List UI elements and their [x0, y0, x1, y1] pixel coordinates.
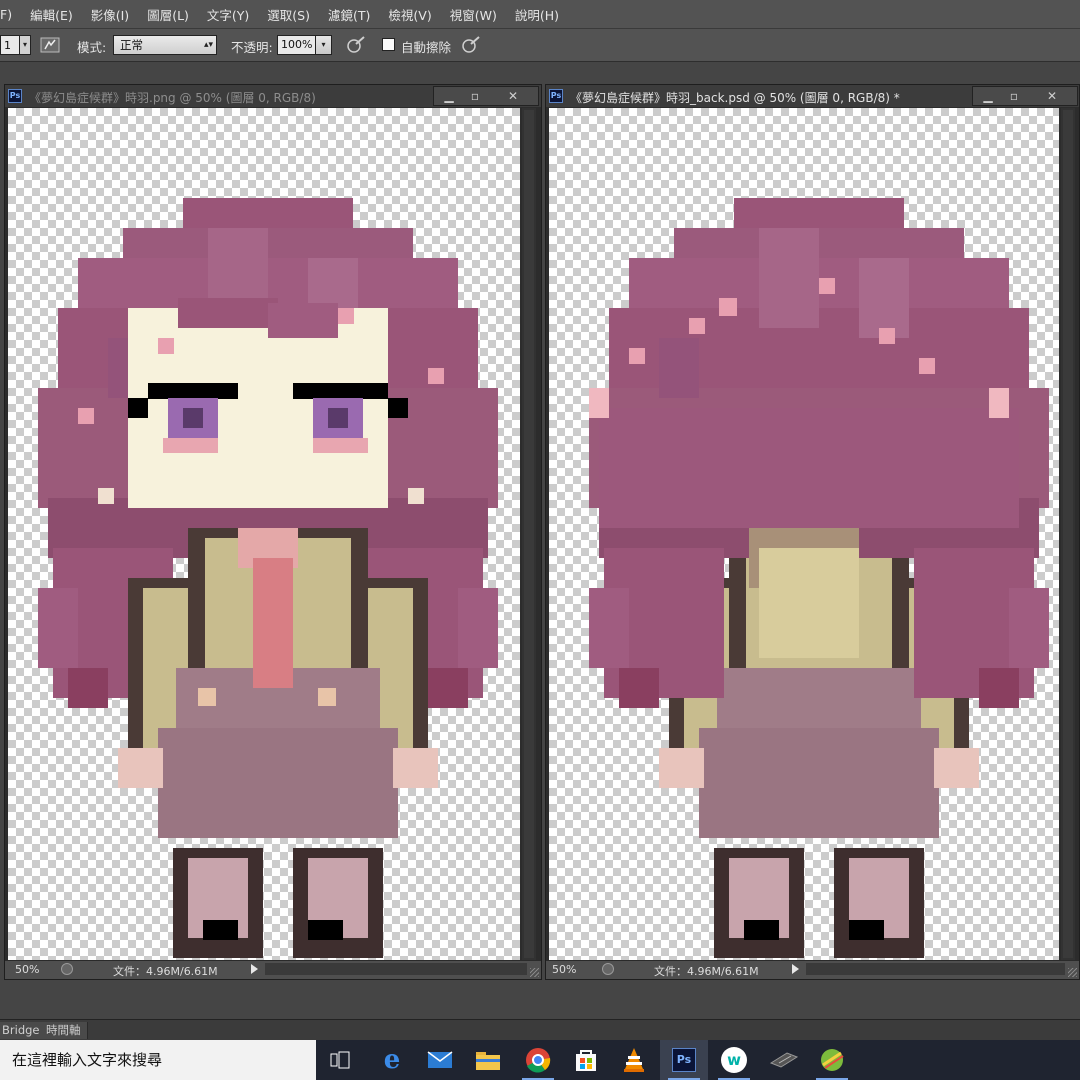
menu-view[interactable]: 檢視(V): [378, 5, 439, 24]
paint-tool-icon[interactable]: [808, 1040, 856, 1080]
horizontal-scrollbar[interactable]: [265, 963, 527, 975]
vertical-scrollbar[interactable]: [522, 108, 536, 960]
opacity-field[interactable]: 100%: [277, 35, 317, 55]
taskbar-search-box[interactable]: 在這裡輸入文字來搜尋: [0, 1040, 316, 1080]
minimize-icon[interactable]: ▁: [436, 87, 462, 105]
zoom-level[interactable]: 50%: [15, 963, 39, 976]
store-icon[interactable]: [562, 1040, 610, 1080]
mode-select[interactable]: 正常 ▴▾: [113, 35, 217, 55]
mode-value: 正常: [120, 38, 143, 52]
options-bar: 1 ▾ 模式: 正常 ▴▾ 不透明: 100% ▾ 自動擦除: [0, 29, 1080, 62]
photoshop-icon[interactable]: Ps: [660, 1040, 708, 1080]
menu-file[interactable]: F): [0, 7, 20, 22]
status-bar: 50% 文件：4.96M/6.61M: [546, 960, 1079, 979]
mail-icon[interactable]: [416, 1040, 464, 1080]
brush-panel-icon[interactable]: [40, 37, 60, 53]
opacity-label: 不透明:: [231, 40, 273, 55]
document-window-back[interactable]: Ps 《夢幻島症候群》時羽_back.psd @ 50% (圖層 0, RGB/…: [545, 84, 1080, 980]
chrome-icon[interactable]: [514, 1040, 562, 1080]
windows-taskbar: 在這裡輸入文字來搜尋 e Ps w: [0, 1040, 1080, 1080]
task-view-icon[interactable]: [316, 1040, 364, 1080]
file-size-info: 文件：4.96M/6.61M: [654, 965, 759, 978]
menu-window[interactable]: 視窗(W): [440, 5, 505, 24]
document-title-bar[interactable]: Ps 《夢幻島症候群》時羽.png @ 50% (圖層 0, RGB/8) ▁ …: [5, 85, 541, 107]
edge-icon[interactable]: e: [368, 1040, 416, 1080]
brush-size-dropdown[interactable]: ▾: [19, 35, 31, 55]
status-info-icon[interactable]: [61, 963, 73, 975]
photoshop-doc-icon: Ps: [8, 89, 22, 103]
menu-bar: F) 編輯(E) 影像(I) 圖層(L) 文字(Y) 選取(S) 濾鏡(T) 檢…: [0, 0, 1080, 29]
menu-help[interactable]: 說明(H): [505, 5, 567, 24]
status-info-icon[interactable]: [602, 963, 614, 975]
canvas-front[interactable]: [8, 108, 520, 960]
character-back-art: [589, 198, 1049, 958]
character-front-art: [38, 198, 498, 958]
document-title-bar[interactable]: Ps 《夢幻島症候群》時羽_back.psd @ 50% (圖層 0, RGB/…: [546, 85, 1079, 107]
bottom-panel-tabs: Bridge 時間軸: [0, 1019, 1080, 1040]
zoom-level[interactable]: 50%: [552, 963, 576, 976]
maximize-icon[interactable]: ▫: [462, 87, 488, 105]
menu-filter[interactable]: 濾鏡(T): [318, 5, 378, 24]
close-icon[interactable]: ✕: [500, 87, 526, 105]
file-size-info: 文件：4.96M/6.61M: [113, 965, 218, 978]
resize-grip-icon[interactable]: [530, 968, 539, 977]
document-title: 《夢幻島症候群》時羽_back.psd @ 50% (圖層 0, RGB/8) …: [570, 91, 900, 105]
tab-timeline[interactable]: 時間軸: [40, 1022, 88, 1039]
window-controls: ▁ ▫ ✕: [433, 86, 539, 106]
pressure-opacity-icon[interactable]: [345, 35, 367, 55]
status-bar: 50% 文件：4.96M/6.61M: [5, 960, 541, 979]
pen-tablet-icon[interactable]: [760, 1040, 808, 1080]
status-menu-arrow-icon[interactable]: [792, 964, 799, 974]
photoshop-doc-icon: Ps: [549, 89, 563, 103]
vertical-scrollbar[interactable]: [1061, 108, 1075, 960]
menu-layer[interactable]: 圖層(L): [137, 5, 197, 24]
maximize-icon[interactable]: ▫: [1001, 87, 1027, 105]
close-icon[interactable]: ✕: [1039, 87, 1065, 105]
canvas-back[interactable]: [549, 108, 1059, 960]
mode-select-arrow-icon: ▴▾: [203, 40, 213, 50]
mode-label: 模式:: [77, 40, 107, 55]
menu-image[interactable]: 影像(I): [81, 5, 137, 24]
menu-select[interactable]: 選取(S): [257, 5, 318, 24]
menu-type[interactable]: 文字(Y): [197, 5, 257, 24]
document-window-front[interactable]: Ps 《夢幻島症候群》時羽.png @ 50% (圖層 0, RGB/8) ▁ …: [4, 84, 542, 980]
vlc-icon[interactable]: [610, 1040, 658, 1080]
resize-grip-icon[interactable]: [1068, 968, 1077, 977]
webtoon-icon[interactable]: w: [710, 1040, 758, 1080]
auto-erase-checkbox[interactable]: [382, 38, 395, 51]
window-controls: ▁ ▫ ✕: [972, 86, 1078, 106]
document-title: 《夢幻島症候群》時羽.png @ 50% (圖層 0, RGB/8): [29, 91, 316, 105]
opacity-dropdown[interactable]: ▾: [315, 35, 332, 55]
status-menu-arrow-icon[interactable]: [251, 964, 258, 974]
file-explorer-icon[interactable]: [464, 1040, 512, 1080]
horizontal-scrollbar[interactable]: [806, 963, 1065, 975]
pressure-size-icon[interactable]: [460, 35, 482, 55]
minimize-icon[interactable]: ▁: [975, 87, 1001, 105]
menu-edit[interactable]: 編輯(E): [20, 5, 81, 24]
auto-erase-label: 自動擦除: [401, 40, 452, 55]
